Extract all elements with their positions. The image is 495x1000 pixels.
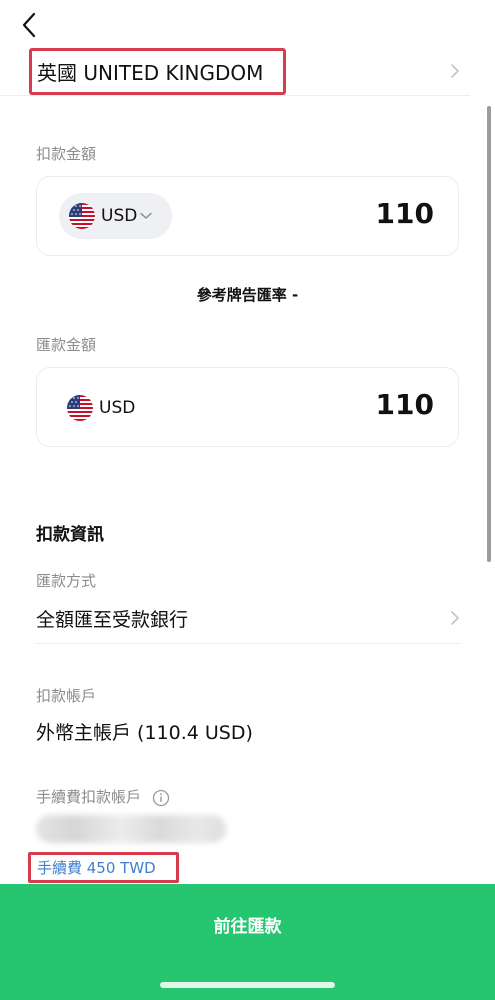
country-name: 英國 UNITED KINGDOM xyxy=(37,61,264,85)
us-flag-icon xyxy=(67,395,93,421)
home-indicator xyxy=(160,982,335,988)
scrollbar[interactable] xyxy=(487,106,491,562)
debit-amount-card: USD 110 xyxy=(36,176,459,256)
fee-account-label: 手續費扣款帳戶 xyxy=(36,788,142,806)
remit-method-value: 全額匯至受款銀行 xyxy=(36,609,189,631)
remit-currency-code: USD xyxy=(99,398,136,418)
info-icon[interactable] xyxy=(152,789,170,807)
remit-amount-card: USD 110 xyxy=(36,367,459,447)
proceed-remittance-button[interactable]: 前往匯款 xyxy=(0,884,495,1000)
us-flag-icon xyxy=(69,203,95,229)
debit-currency-code: USD xyxy=(101,206,138,226)
remit-method-row[interactable]: 全額匯至受款銀行 xyxy=(0,600,470,640)
chevron-right-icon xyxy=(449,64,461,78)
remit-currency: USD xyxy=(67,385,135,431)
proceed-remittance-label: 前往匯款 xyxy=(213,917,282,937)
debit-amount-label: 扣款金額 xyxy=(36,145,97,163)
debit-info-title: 扣款資訊 xyxy=(36,525,104,545)
fee-account-value-redacted xyxy=(36,815,226,843)
back-button[interactable] xyxy=(14,12,44,42)
chevron-right-icon xyxy=(449,611,461,625)
country-selector[interactable]: 英國 UNITED KINGDOM xyxy=(0,48,470,96)
remit-amount-input[interactable]: 110 xyxy=(376,388,434,421)
reference-rate: 參考牌告匯率 - xyxy=(196,286,299,304)
debit-currency-dropdown[interactable]: USD xyxy=(59,193,172,239)
divider xyxy=(36,643,460,644)
fee-highlight-box: 手續費 450 TWD xyxy=(28,852,179,883)
fee-account-label-row: 手續費扣款帳戶 xyxy=(36,786,170,807)
chevron-left-icon xyxy=(21,12,37,42)
debit-amount-input[interactable]: 110 xyxy=(376,197,434,230)
remit-amount-label: 匯款金額 xyxy=(36,336,97,354)
remit-method-label: 匯款方式 xyxy=(36,572,97,590)
fee-link[interactable]: 手續費 450 TWD xyxy=(37,857,156,878)
country-highlight-box: 英國 UNITED KINGDOM xyxy=(29,48,286,95)
chevron-down-icon xyxy=(140,212,153,220)
debit-account-value: 外幣主帳戶 (110.4 USD) xyxy=(36,722,253,744)
debit-account-label: 扣款帳戶 xyxy=(36,687,97,705)
